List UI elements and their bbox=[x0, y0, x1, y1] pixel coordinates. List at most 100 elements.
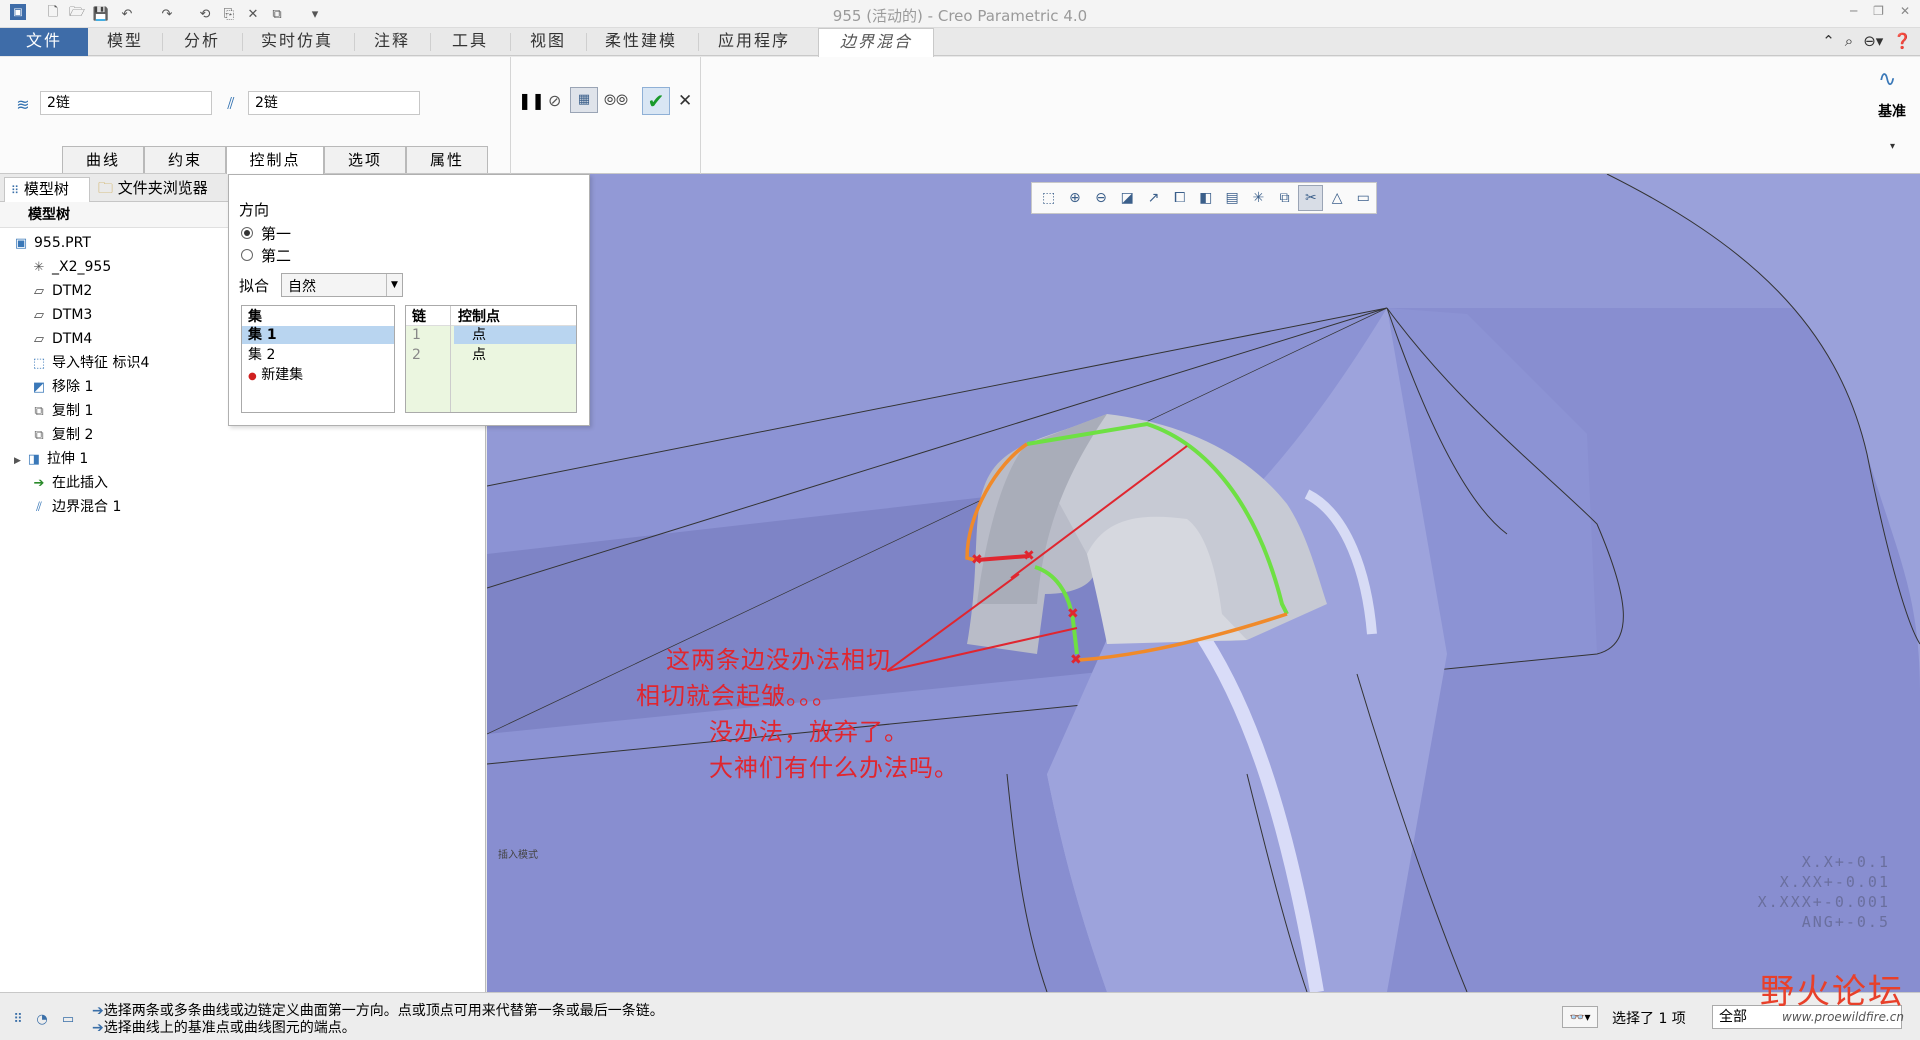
display-style-icon[interactable]: ◧ bbox=[1193, 185, 1218, 211]
repaint-icon[interactable]: ◪ bbox=[1115, 185, 1140, 211]
graphics-area[interactable]: ✖ ✖ ✖ ✖ 这两条边没办法相切 相切就会起皱。。。 没办法，放弃了。 大神们… bbox=[487, 174, 1920, 992]
tree-item-extrude[interactable]: ▶ ◨ 拉伸 1 bbox=[14, 448, 88, 470]
tree-item-remove[interactable]: ◩ 移除 1 bbox=[30, 376, 94, 398]
search-icon[interactable]: ⌕ bbox=[1845, 32, 1853, 50]
tab-model[interactable]: 模型 bbox=[88, 28, 162, 56]
tab-applications[interactable]: 应用程序 bbox=[698, 28, 810, 56]
datum-plane-icon: ▱ bbox=[34, 284, 44, 299]
section-icon[interactable]: ▭ bbox=[1351, 185, 1376, 211]
subtab-options[interactable]: 选项 bbox=[324, 146, 406, 173]
navigator-toggle-icon[interactable]: ⠿ bbox=[8, 1009, 28, 1029]
annotation-display-icon[interactable]: ⧉ bbox=[1272, 185, 1297, 211]
subtab-constraints[interactable]: 约束 bbox=[144, 146, 226, 173]
find-binoculars-icon[interactable]: 👓▾ bbox=[1562, 1006, 1598, 1028]
collapse-ribbon-icon[interactable]: ⌃ bbox=[1822, 32, 1835, 50]
cp-row-1[interactable]: 点 bbox=[454, 326, 576, 344]
first-direction-collector[interactable]: 2链 bbox=[40, 91, 212, 115]
refit-icon[interactable]: ⬚ bbox=[1036, 185, 1061, 211]
ok-button[interactable]: ✔ bbox=[642, 87, 670, 115]
close-icon[interactable]: ✕ bbox=[1900, 4, 1910, 18]
subtab-control-points[interactable]: 控制点 bbox=[226, 146, 324, 174]
datum-display-icon[interactable]: ✳ bbox=[1246, 185, 1271, 211]
spin-center-icon[interactable]: ✂ bbox=[1298, 185, 1324, 211]
tab-analysis[interactable]: 分析 bbox=[162, 28, 242, 56]
datum-label[interactable]: 基准 bbox=[1878, 101, 1906, 121]
saved-views-icon[interactable]: ⧠ bbox=[1167, 185, 1192, 211]
datum-dropdown-icon[interactable]: ▾ bbox=[1890, 141, 1895, 152]
selection-count: 选择了 1 项 bbox=[1612, 1011, 1686, 1027]
tree-item-import-feature[interactable]: ⬚ 导入特征 标识4 bbox=[30, 352, 150, 374]
annotation-line-1: 这两条边没办法相切 bbox=[666, 646, 891, 674]
datum-icon[interactable]: ∿ bbox=[1878, 67, 1896, 92]
chain-2-cell: 2 bbox=[412, 347, 421, 363]
tab-live-simulation[interactable]: 实时仿真 bbox=[242, 28, 352, 56]
tree-item-insert-here[interactable]: ➔ 在此插入 bbox=[30, 472, 108, 494]
tab-view[interactable]: 视图 bbox=[510, 28, 586, 56]
fit-select[interactable]: 自然 ▼ bbox=[281, 273, 403, 297]
fit-label: 拟合 bbox=[239, 277, 270, 295]
perspective-icon[interactable]: △ bbox=[1324, 185, 1349, 211]
copy-icon: ⧉ bbox=[34, 428, 44, 443]
second-direction-collector[interactable]: 2链 bbox=[248, 91, 420, 115]
tab-flexible-modeling[interactable]: 柔性建模 bbox=[586, 28, 696, 56]
subtab-curves[interactable]: 曲线 bbox=[62, 146, 144, 173]
direction-first-label[interactable]: 第一 bbox=[261, 223, 291, 244]
help-icon[interactable]: ❓ bbox=[1893, 32, 1912, 50]
tab-folder-browser[interactable]: 🗀 文件夹浏览器 bbox=[92, 177, 226, 202]
new-set-row[interactable]: ● 新建集 bbox=[242, 366, 303, 384]
tab-tools[interactable]: 工具 bbox=[430, 28, 510, 56]
tree-item-csys[interactable]: ✳ _X2_955 bbox=[30, 256, 112, 278]
set-row-2[interactable]: 集 2 bbox=[242, 346, 275, 364]
view-manager-icon[interactable]: ▤ bbox=[1220, 185, 1245, 211]
annotation-line-3: 没办法，放弃了。 bbox=[709, 718, 909, 746]
boundary-blend-icon: ⫽ bbox=[36, 500, 42, 515]
tab-annotate[interactable]: 注释 bbox=[354, 28, 430, 56]
tab-file[interactable]: 文件 bbox=[0, 28, 88, 56]
zoom-in-icon[interactable]: ⊕ bbox=[1062, 185, 1087, 211]
community-icon[interactable]: ⊖▾ bbox=[1863, 32, 1883, 50]
cancel-button[interactable]: ✕ bbox=[678, 91, 692, 111]
part-icon: ▣ bbox=[14, 236, 28, 251]
title-bar: ▣ 🗋 🗁 💾 ↶ ↷ ⟲ ⎘ ✕ ⧉ ▾ 955 (活动的) - Creo P… bbox=[0, 0, 1920, 28]
tree-item-dtm3[interactable]: ▱ DTM3 bbox=[30, 304, 92, 326]
import-feature-icon: ⬚ bbox=[32, 356, 46, 371]
zoom-out-icon[interactable]: ⊖ bbox=[1088, 185, 1113, 211]
tab-model-tree[interactable]: ⠿ 模型树 bbox=[4, 177, 90, 202]
cp-row-2[interactable]: 点 bbox=[454, 346, 486, 364]
chain-header: 链 bbox=[412, 309, 426, 325]
annotation-line-2: 相切就会起皱。。。 bbox=[636, 682, 837, 710]
tree-item-copy-2[interactable]: ⧉ 复制 2 bbox=[30, 424, 93, 446]
direction-second-radio[interactable] bbox=[241, 249, 253, 261]
verify-preview-icon[interactable]: ⦾⦾ bbox=[604, 91, 628, 109]
second-direction-icon: ⫽ bbox=[227, 94, 235, 113]
expand-arrow-icon[interactable]: ▶ bbox=[14, 456, 21, 466]
tab-boundary-blend[interactable]: 边界混合 bbox=[818, 28, 934, 57]
direction-second-label[interactable]: 第二 bbox=[261, 245, 291, 266]
tree-item-boundary-blend[interactable]: ⫽ 边界混合 1 bbox=[30, 496, 121, 518]
tree-header: 模型树 bbox=[0, 202, 240, 228]
svg-text:✖: ✖ bbox=[1023, 548, 1035, 564]
fullscreen-icon[interactable]: ▭ bbox=[58, 1009, 78, 1029]
no-preview-icon[interactable]: ⊘ bbox=[548, 91, 561, 110]
restore-icon[interactable]: ❐ bbox=[1873, 4, 1884, 18]
direction-first-radio[interactable] bbox=[241, 227, 253, 239]
tree-item-dtm4[interactable]: ▱ DTM4 bbox=[30, 328, 92, 350]
coordinate-system-icon: ✳ bbox=[33, 260, 45, 275]
subtab-properties[interactable]: 属性 bbox=[406, 146, 488, 173]
watermark: 野火论坛 www.proewildfire.cn bbox=[1760, 974, 1904, 1024]
tree-item-dtm2[interactable]: ▱ DTM2 bbox=[30, 280, 92, 302]
cp-header: 控制点 bbox=[458, 309, 500, 325]
svg-text:✖: ✖ bbox=[1067, 606, 1079, 622]
tree-item-part[interactable]: ▣ 955.PRT bbox=[12, 232, 91, 254]
preview-geometry-icon[interactable]: ▦ bbox=[570, 87, 598, 113]
graphics-toolbar: ⬚ ⊕ ⊖ ◪ ↗ ⧠ ◧ ▤ ✳ ⧉ ✂ △ ▭ bbox=[1031, 182, 1377, 214]
set-row-1[interactable]: 集 1 bbox=[242, 326, 394, 344]
tree-item-copy-1[interactable]: ⧉ 复制 1 bbox=[30, 400, 93, 422]
pause-icon[interactable]: ❚❚ bbox=[518, 91, 545, 110]
watermark-url: www.proewildfire.cn bbox=[1782, 1010, 1904, 1024]
minimize-icon[interactable]: ─ bbox=[1850, 4, 1857, 18]
first-direction-icon: ≋ bbox=[16, 94, 30, 114]
browser-toggle-icon[interactable]: ◔ bbox=[32, 1009, 52, 1029]
reorient-icon[interactable]: ↗ bbox=[1141, 185, 1166, 211]
annotation-line-4: 大神们有什么办法吗。 bbox=[709, 754, 959, 782]
